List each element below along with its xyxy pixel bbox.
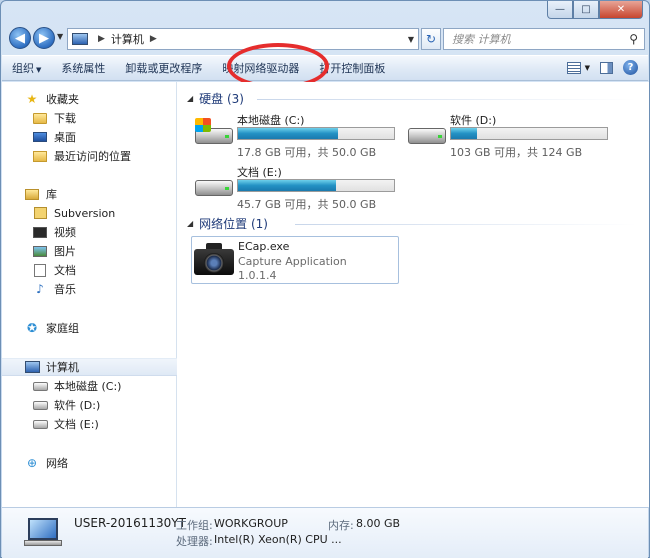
- drive-usage-fill: [451, 128, 478, 139]
- group-divider: [295, 224, 637, 225]
- homegroup-icon: ✪: [26, 321, 38, 335]
- computer-icon: [72, 33, 88, 45]
- nav-subversion[interactable]: Subversion: [2, 204, 177, 222]
- group-divider: [257, 99, 637, 100]
- uninstall-program-button[interactable]: 卸载或更改程序: [125, 60, 202, 76]
- camera-icon: [194, 243, 234, 275]
- memory-label: 内存:: [328, 519, 354, 532]
- video-icon: [33, 226, 47, 238]
- breadcrumb-chevron-icon[interactable]: ▶: [150, 34, 157, 44]
- arrow-left-icon: ◀: [15, 30, 25, 46]
- forward-button[interactable]: ▶: [33, 27, 55, 49]
- maximize-button[interactable]: □: [573, 1, 599, 19]
- nav-downloads[interactable]: 下载: [2, 109, 177, 127]
- drive-tile-e[interactable]: 文档 (E:) 45.7 GB 可用，共 50.0 GB: [191, 164, 401, 211]
- star-icon: ★: [26, 92, 38, 106]
- back-button[interactable]: ◀: [9, 27, 31, 49]
- nav-favorites[interactable]: ★ 收藏夹: [2, 90, 177, 108]
- organize-button[interactable]: 组织 ▼: [12, 60, 41, 76]
- drive-icon: [32, 400, 48, 410]
- nav-desktop[interactable]: 桌面: [2, 128, 177, 146]
- nav-homegroup[interactable]: ✪ 家庭组: [2, 319, 177, 337]
- view-dropdown-icon[interactable]: ▼: [585, 64, 590, 72]
- nav-documents[interactable]: 文档: [2, 261, 177, 279]
- address-bar[interactable]: ▶ 计算机 ▶ ▼: [67, 28, 419, 50]
- drive-usage-fill: [238, 180, 337, 191]
- caption-buttons: — □ ✕: [547, 1, 643, 19]
- minimize-button[interactable]: —: [547, 1, 573, 19]
- computer-name: USER-20161130YT: [74, 516, 186, 530]
- library-icon: [25, 188, 39, 200]
- drive-usage-bar: [450, 127, 608, 140]
- address-dropdown-icon[interactable]: ▼: [408, 35, 414, 44]
- explorer-window: — □ ✕ ◀ ▶ ▼ ▶ 计算机 ▶ ▼ ↻ 搜索 计算机 ⚲ 组织 ▼ 系统属…: [0, 0, 650, 558]
- nav-computer[interactable]: 计算机: [2, 358, 177, 376]
- search-placeholder: 搜索 计算机: [452, 33, 511, 46]
- address-row: ◀ ▶ ▼ ▶ 计算机 ▶ ▼ ↻ 搜索 计算机 ⚲: [7, 25, 645, 53]
- refresh-icon: ↻: [425, 32, 437, 46]
- details-pane: USER-20161130YT 工作组: WORKGROUP 内存: 8.00 …: [2, 507, 648, 558]
- system-drive-icon: [195, 118, 233, 146]
- search-input[interactable]: 搜索 计算机 ⚲: [443, 28, 645, 50]
- breadcrumb-chevron-icon[interactable]: ▶: [98, 34, 105, 44]
- system-drive-icon: [32, 381, 48, 391]
- drive-icon: [408, 122, 446, 146]
- recent-places-icon: [33, 150, 47, 162]
- network-location-tile[interactable]: ECap.exe Capture Application 1.0.1.4: [191, 236, 399, 284]
- content-pane: ◢ 硬盘 (3) 本地磁盘 (C:) 17.8 GB 可用，共 50.0 GB 软…: [177, 82, 649, 507]
- nav-libraries[interactable]: 库: [2, 185, 177, 203]
- collapse-icon: ◢: [187, 219, 194, 228]
- toolbar-right: ▼ ?: [557, 60, 638, 75]
- network-icon: ⊕: [26, 456, 38, 470]
- workgroup-value: WORKGROUP: [214, 517, 288, 530]
- nav-drive-c[interactable]: 本地磁盘 (C:): [2, 377, 177, 395]
- nav-drive-d[interactable]: 软件 (D:): [2, 396, 177, 414]
- nav-music[interactable]: ♪ 音乐: [2, 280, 177, 298]
- search-icon[interactable]: ⚲: [629, 32, 638, 46]
- drive-usage-fill: [238, 128, 339, 139]
- preview-pane-icon[interactable]: [600, 61, 613, 74]
- group-network-locations[interactable]: ◢ 网络位置 (1): [187, 215, 268, 232]
- arrow-right-icon: ▶: [39, 30, 49, 46]
- processor-label: 处理器:: [176, 535, 213, 548]
- nav-network[interactable]: ⊕ 网络: [2, 454, 177, 472]
- change-view-icon[interactable]: [566, 61, 581, 74]
- downloads-folder-icon: [33, 112, 47, 124]
- computer-icon: [24, 361, 40, 373]
- computer-icon: [24, 518, 62, 548]
- navigation-pane: ★ 收藏夹 下载 桌面 最近访问的位置 库 Subversion 视频 图片 文档…: [2, 82, 177, 507]
- nav-pictures[interactable]: 图片: [2, 242, 177, 260]
- subversion-icon: [33, 207, 47, 219]
- group-hard-drives[interactable]: ◢ 硬盘 (3): [187, 90, 244, 107]
- drive-usage-bar: [237, 127, 395, 140]
- music-note-icon: ♪: [36, 282, 44, 296]
- breadcrumb-computer[interactable]: 计算机: [111, 31, 144, 47]
- close-button[interactable]: ✕: [599, 1, 643, 19]
- pictures-icon: [33, 245, 47, 257]
- nav-drive-e[interactable]: 文档 (E:): [2, 415, 177, 433]
- nav-recent-places[interactable]: 最近访问的位置: [2, 147, 177, 165]
- desktop-icon: [33, 132, 47, 142]
- memory-value: 8.00 GB: [356, 517, 401, 530]
- documents-icon: [34, 263, 46, 277]
- collapse-icon: ◢: [187, 94, 194, 103]
- drive-tile-c[interactable]: 本地磁盘 (C:) 17.8 GB 可用，共 50.0 GB: [191, 112, 401, 159]
- help-icon[interactable]: ?: [623, 60, 638, 75]
- drive-usage-bar: [237, 179, 395, 192]
- chevron-down-icon: ▼: [36, 66, 42, 74]
- workgroup-label: 工作组:: [176, 519, 213, 532]
- processor-value: Intel(R) Xeon(R) CPU ...: [214, 533, 342, 546]
- open-control-panel-button[interactable]: 打开控制面板: [319, 60, 385, 76]
- drive-tile-d[interactable]: 软件 (D:) 103 GB 可用，共 124 GB: [404, 112, 614, 159]
- recent-pages-dropdown[interactable]: ▼: [57, 32, 63, 41]
- drive-icon: [32, 419, 48, 429]
- system-properties-button[interactable]: 系统属性: [61, 60, 105, 76]
- refresh-button[interactable]: ↻: [421, 28, 441, 50]
- nav-videos[interactable]: 视频: [2, 223, 177, 241]
- drive-icon: [195, 174, 233, 198]
